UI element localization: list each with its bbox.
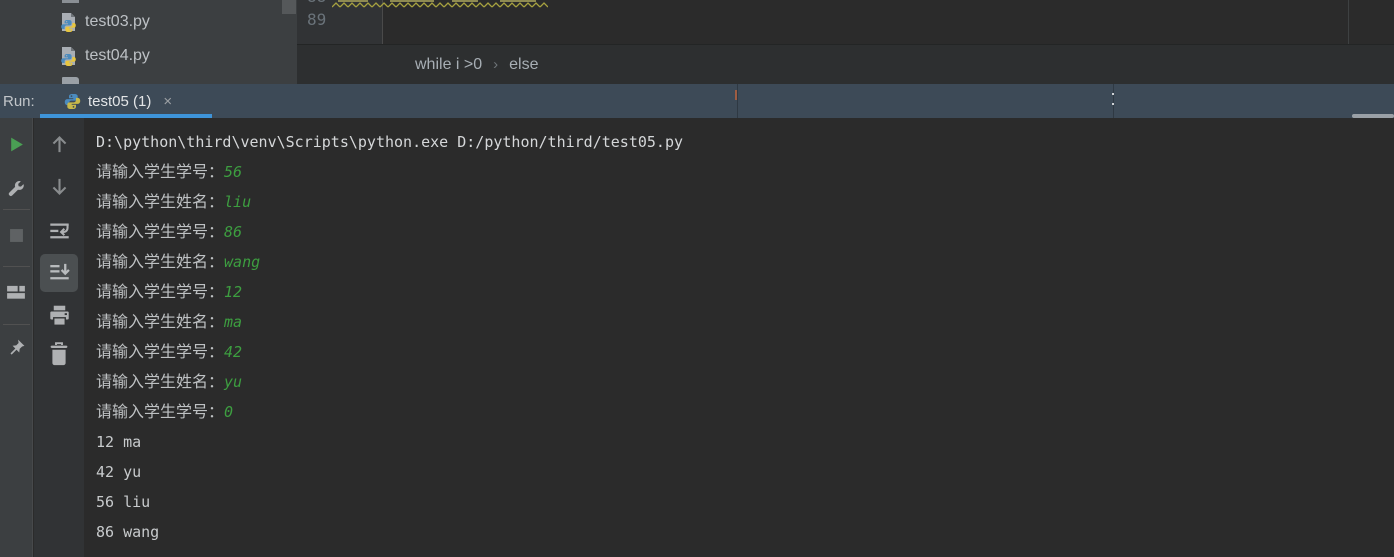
spellcheck-wave-underline — [332, 0, 548, 9]
console-prompt-text: 请输入学生学号： — [96, 402, 225, 421]
console-stdout-text: 86 wang — [96, 523, 160, 541]
clipped-file-icon — [62, 0, 79, 3]
python-file-icon — [61, 47, 76, 66]
splitter-divider[interactable] — [737, 84, 738, 118]
console-line: 请输入学生学号：42 — [96, 337, 1394, 367]
close-icon[interactable]: × — [163, 94, 172, 109]
console-prompt-text: 请输入学生姓名： — [96, 252, 225, 271]
console-user-input: yu — [224, 373, 243, 391]
console-line: 56 liu — [96, 487, 1394, 517]
console-toolbar — [34, 118, 84, 557]
pycharm-window: test03.py test04.py 88 89 — [0, 0, 1394, 557]
console-prompt-text: 请输入学生学号： — [96, 282, 225, 301]
restore-layout-icon — [7, 285, 25, 299]
console-prompt-text: 请输入学生学号： — [96, 342, 225, 361]
console-line: 请输入学生姓名：wang — [96, 247, 1394, 277]
console-line: 请输入学生学号：86 — [96, 217, 1394, 247]
soft-wrap-icon — [49, 222, 69, 238]
console-line: 请输入学生姓名：liu — [96, 187, 1394, 217]
splitter-handle-dot — [1112, 103, 1114, 105]
clear-console-button[interactable] — [47, 340, 71, 368]
console-prompt-text: 请输入学生学号： — [96, 222, 225, 241]
console-stdout-text: 12 ma — [96, 433, 142, 451]
python-icon — [64, 93, 81, 109]
console-line: 请输入学生学号：56 — [96, 157, 1394, 187]
restore-layout-button[interactable] — [3, 279, 29, 305]
chevron-right-icon: › — [493, 56, 499, 73]
console-prompt-text: 请输入学生姓名： — [96, 372, 225, 391]
editor-scrollbar-track — [1348, 0, 1349, 44]
run-toolbar — [0, 118, 33, 557]
console-user-input: 56 — [224, 163, 243, 181]
run-tab-label: test05 (1) — [88, 92, 152, 110]
run-icon — [10, 137, 23, 151]
run-console: D:\python\third\venv\Scripts\python.exe … — [0, 118, 1394, 557]
soft-wrap-button[interactable] — [47, 218, 71, 244]
trash-icon — [50, 342, 68, 366]
console-user-input: liu — [224, 193, 252, 211]
tree-item-test03.py[interactable]: test03.py — [60, 9, 150, 35]
console-line: 请输入学生学号：0 — [96, 397, 1394, 427]
file-name-label: test04.py — [85, 47, 150, 64]
console-user-input: 42 — [224, 343, 243, 361]
run-tab-test05[interactable]: test05 (1) × — [40, 84, 212, 118]
rerun-button[interactable] — [4, 132, 28, 156]
file-name-label: test03.py — [85, 13, 150, 30]
run-settings-button[interactable] — [4, 177, 28, 201]
toolbar-separator — [3, 209, 30, 210]
console-user-input: 0 — [224, 403, 234, 421]
console-line: D:\python\third\venv\Scripts\python.exe … — [96, 127, 1394, 157]
clipped-file-icon — [62, 77, 79, 84]
run-tool-window-header: Run: test05 (1) × — [0, 84, 1394, 118]
console-line: 请输入学生姓名：yu — [96, 367, 1394, 397]
console-user-input: 86 — [224, 223, 243, 241]
down-arrow-icon — [52, 178, 66, 195]
scroll-down-button[interactable] — [47, 174, 71, 198]
pin-tab-button[interactable] — [4, 334, 28, 360]
console-user-input: wang — [224, 253, 261, 271]
wrench-icon — [8, 180, 24, 196]
line-number: 89 — [307, 10, 327, 29]
console-prompt-text: 请输入学生姓名： — [96, 192, 225, 211]
python-file-icon — [61, 13, 76, 32]
scroll-up-button[interactable] — [47, 132, 71, 156]
run-panel-label: Run: — [3, 92, 35, 110]
toolbar-separator — [3, 266, 30, 267]
scroll-to-end-button[interactable] — [47, 258, 71, 286]
breadcrumb-item-else[interactable]: else — [509, 56, 538, 74]
splitter-divider[interactable] — [1113, 84, 1114, 118]
splitter-handle — [735, 90, 737, 100]
console-command-line: D:\python\third\venv\Scripts\python.exe … — [96, 133, 683, 151]
print-button[interactable] — [47, 302, 71, 328]
console-user-input: ma — [224, 313, 243, 331]
breadcrumb: while i >0 › else — [297, 44, 1394, 84]
console-stdout-text: 42 yu — [96, 463, 142, 481]
stop-button[interactable] — [4, 223, 28, 247]
console-line: 12 ma — [96, 427, 1394, 457]
toolbar-separator — [3, 324, 30, 325]
console-stdout-text: 56 liu — [96, 493, 151, 511]
splitter-handle-dot — [1112, 93, 1114, 95]
console-line: 请输入学生姓名：ma — [96, 307, 1394, 337]
console-line: 86 wang — [96, 517, 1394, 547]
editor-area: 88 89 — [297, 0, 1394, 44]
print-icon — [49, 305, 69, 326]
project-tree-panel[interactable]: test03.py test04.py — [0, 0, 297, 84]
pin-icon — [9, 339, 24, 355]
console-line: 42 yu — [96, 457, 1394, 487]
up-arrow-icon — [52, 135, 66, 152]
console-prompt-text: 请输入学生姓名： — [96, 312, 225, 331]
tree-scrollbar-thumb[interactable] — [282, 0, 296, 14]
console-output[interactable]: D:\python\third\venv\Scripts\python.exe … — [84, 118, 1394, 557]
console-prompt-text: 请输入学生学号： — [96, 162, 225, 181]
console-user-input: 12 — [224, 283, 243, 301]
tree-item-test04.py[interactable]: test04.py — [60, 43, 150, 69]
line-number: 88 — [307, 0, 326, 6]
stop-icon — [9, 228, 23, 242]
scroll-to-end-icon — [49, 263, 70, 279]
console-line: 请输入学生学号：12 — [96, 277, 1394, 307]
breadcrumb-item-while[interactable]: while i >0 — [415, 56, 482, 74]
